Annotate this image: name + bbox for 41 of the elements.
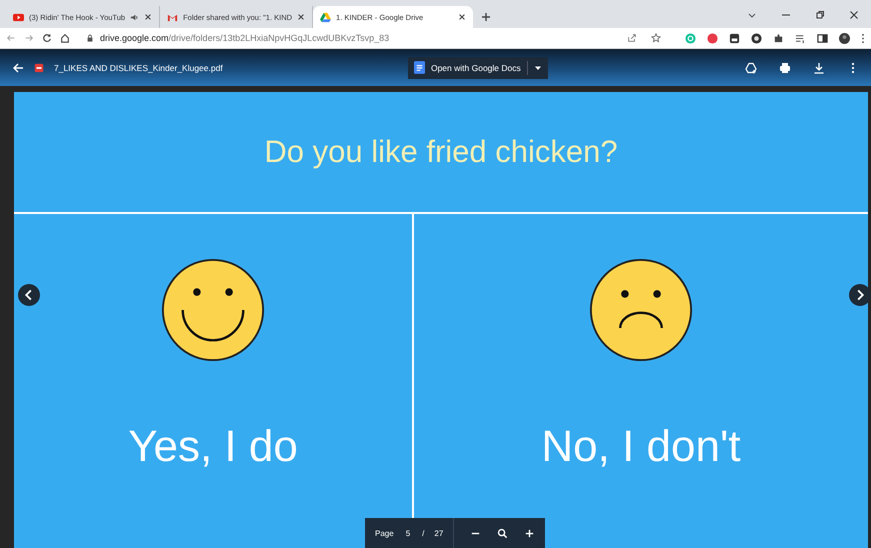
- star-icon[interactable]: [651, 33, 661, 43]
- close-icon[interactable]: [297, 13, 306, 21]
- file-icon: [34, 62, 44, 72]
- page-separator: /: [422, 528, 424, 538]
- close-icon[interactable]: [458, 13, 466, 21]
- reload-icon[interactable]: [42, 33, 52, 43]
- page-total: 27: [434, 528, 444, 538]
- answer-label: Yes, I do: [128, 422, 298, 472]
- previous-page-icon[interactable]: [18, 284, 40, 306]
- puzzle-icon[interactable]: [773, 32, 784, 44]
- sad-face-icon: [589, 258, 693, 362]
- more-icon[interactable]: [861, 32, 865, 44]
- download-icon[interactable]: [813, 62, 826, 74]
- new-tab-icon[interactable]: [481, 12, 492, 22]
- side-panel-icon[interactable]: [817, 32, 828, 44]
- extension-icon[interactable]: [751, 32, 762, 44]
- close-icon[interactable]: [144, 13, 152, 21]
- file-name: 7_LIKES AND DISLIKES_Kinder_Klugee.pdf: [54, 62, 223, 72]
- search-icon[interactable]: [497, 528, 508, 538]
- caret-icon[interactable]: [534, 64, 542, 72]
- smiley-face-icon: [161, 258, 265, 362]
- slide-question: Do you like fried chicken?: [264, 134, 618, 170]
- avatar-icon[interactable]: [839, 32, 850, 44]
- share-icon[interactable]: [627, 33, 637, 43]
- next-page-icon[interactable]: [849, 284, 871, 306]
- answer-label: No, I don't: [541, 422, 741, 472]
- play-icon: [13, 12, 24, 22]
- print-icon[interactable]: [779, 62, 792, 74]
- open-with-button[interactable]: Open with Google Docs: [408, 56, 548, 78]
- close-icon[interactable]: [849, 10, 859, 20]
- document-icon: [414, 61, 425, 74]
- restore-icon[interactable]: [815, 10, 825, 20]
- lock-icon: [86, 34, 94, 42]
- url-text: drive.google.com/drive/folders/13tb2LHxiaNpvHGqJLcwdUBKvzTsvp_83: [100, 33, 390, 43]
- triangle-icon: [320, 12, 332, 22]
- page-number-field[interactable]: 5: [404, 528, 412, 538]
- zoom-in-icon[interactable]: [524, 528, 536, 538]
- home-icon[interactable]: [60, 33, 70, 43]
- reading-list-icon[interactable]: [795, 32, 806, 44]
- extension-icon[interactable]: [729, 32, 740, 44]
- page-label: Page: [375, 528, 394, 538]
